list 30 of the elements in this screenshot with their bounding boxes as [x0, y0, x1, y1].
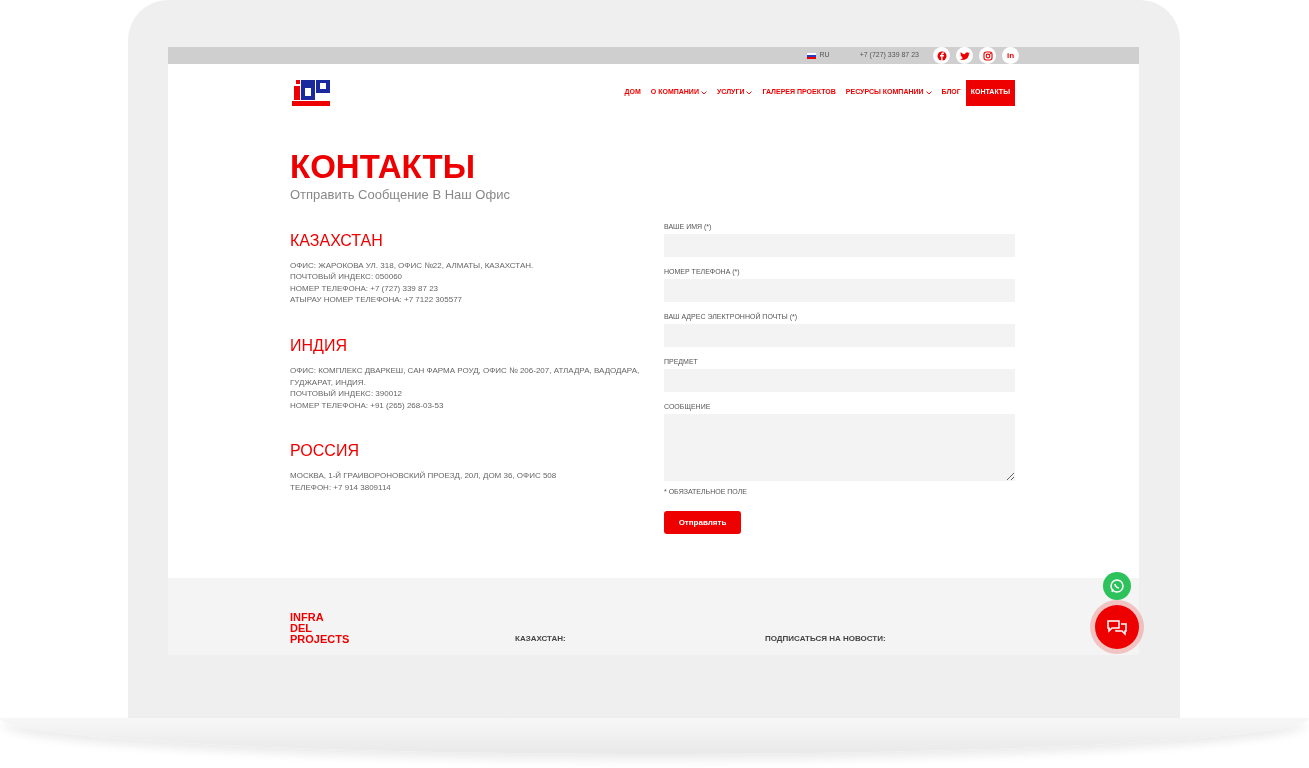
address-line: НОМЕР ТЕЛЕФОНА: +91 (265) 268-03-53 — [290, 399, 445, 412]
logo-icon — [290, 77, 332, 108]
address-line: АТЫРАУ НОМЕР ТЕЛЕФОНА: +7 7122 305577 — [290, 294, 464, 306]
twitter-icon — [959, 50, 970, 61]
address-line: ПОЧТОВЫЙ ИНДЕКС: 390012 — [290, 388, 404, 400]
page-subtitle: Отправить Сообщение В Наш Офис — [290, 186, 511, 205]
message-field[interactable] — [664, 413, 1015, 481]
twitter-link[interactable] — [956, 47, 973, 64]
flag-icon — [806, 52, 816, 59]
page-title: КОНТАКТЫ — [290, 149, 476, 186]
address-line: НОМЕР ТЕЛЕФОНА: +7 (727) 339 87 23 — [290, 283, 440, 295]
instagram-link[interactable] — [979, 47, 996, 64]
country-heading: КАЗАХСТАН — [290, 230, 384, 250]
footer-brand: INFRA DEL PROJECTS — [290, 612, 351, 645]
footer-heading: ПОДПИСАТЬСЯ НА НОВОСТИ: — [765, 633, 887, 645]
submit-button[interactable]: Отправлять — [664, 511, 741, 535]
address-line: ТЕЛЕФОН: +7 914 3809114 — [290, 481, 392, 494]
footer-heading: КАЗАХСТАН: — [515, 633, 567, 645]
address-line: ПОЧТОВЫЙ ИНДЕКС: 050060 — [290, 271, 404, 283]
address-line: МОСКВА, 1-Й ГРАИВОРОНОВСКИЙ ПРОЕЗД, 20Л, ДОМ 36, ОФИС 508 — [290, 470, 558, 482]
address-line: ОФИС: КОМПЛЕКС ДВАРКЕШ, САН ФАРМА РОУД, ОФИС № 206-207, АТЛАДРА, ВАДОДАРА, ГУДЖАРАТ, ИНДИЯ. — [290, 365, 641, 389]
country-heading: РОССИЯ — [290, 441, 360, 461]
country-heading: ИНДИЯ — [290, 336, 348, 356]
facebook-link[interactable] — [933, 47, 950, 64]
address-line: ОФИС: ЖАРОКОВА УЛ. 318, ОФИС №22, АЛМАТЫ, КАЗАХСТАН. — [290, 260, 535, 272]
facebook-icon — [936, 50, 947, 61]
linkedin-link[interactable]: in — [1002, 47, 1019, 64]
phone-bubble-icon — [1109, 578, 1125, 594]
chat-icon — [1106, 618, 1128, 636]
instagram-icon — [982, 50, 993, 61]
